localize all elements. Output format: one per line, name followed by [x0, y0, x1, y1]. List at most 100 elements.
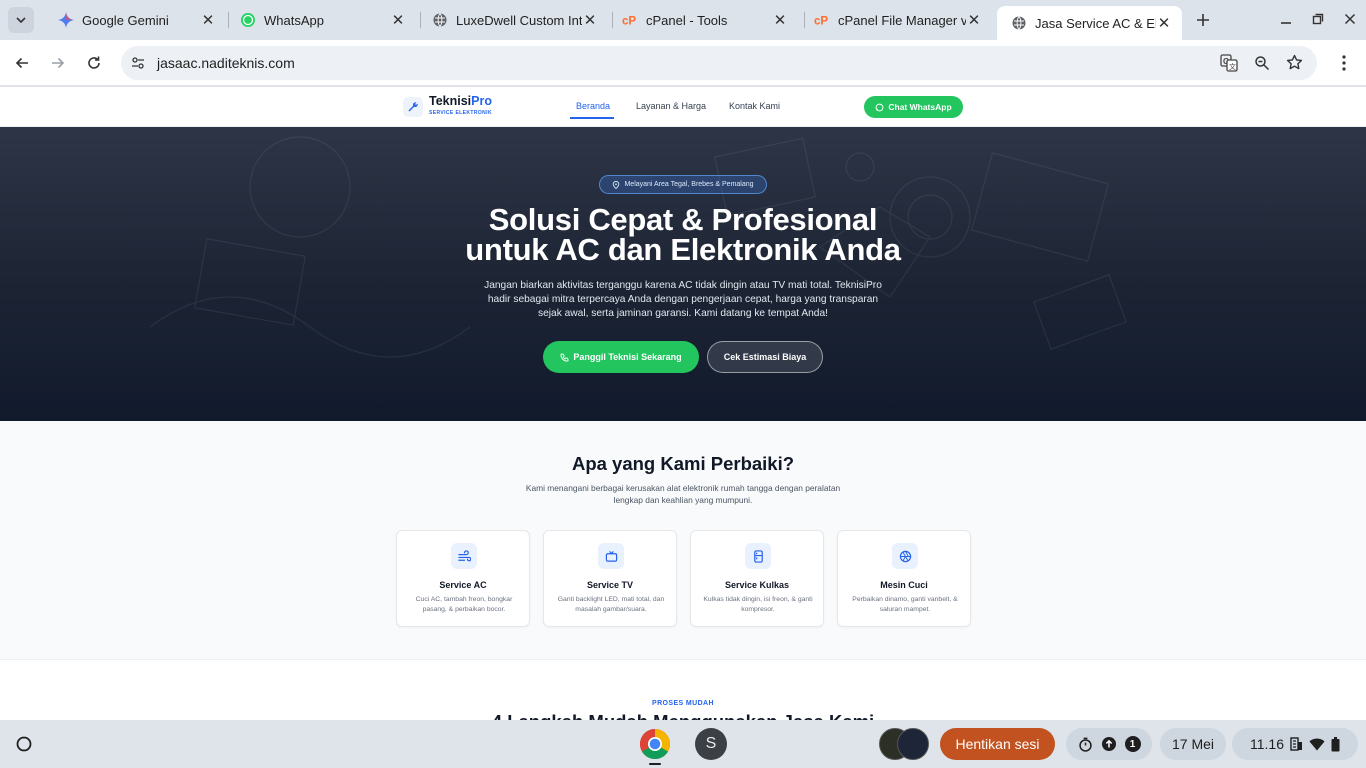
tab-title: cPanel - Tools	[646, 12, 728, 28]
stop-session-button[interactable]: Hentikan sesi	[940, 728, 1055, 760]
logo-subtitle: SERVICE ELEKTRONIK	[429, 110, 492, 116]
chrome-app-icon[interactable]	[639, 728, 671, 760]
nav-kontak-kami[interactable]: Kontak Kami	[729, 101, 780, 111]
tab-search-dropdown-button[interactable]	[8, 7, 34, 33]
tab-title: LuxeDwell Custom Inte	[456, 12, 582, 28]
browser-menu-button[interactable]	[1330, 49, 1358, 77]
service-card-mesin-cuci[interactable]: Mesin Cuci Perbaikan dinamo, ganti vanbe…	[837, 530, 971, 627]
svg-text:文: 文	[1229, 62, 1236, 71]
tab-title: cPanel File Manager v	[838, 12, 966, 28]
services-title: Apa yang Kami Perbaiki?	[571, 453, 795, 474]
s-app-icon[interactable]: S	[695, 728, 727, 760]
site-navbar: TeknisiPro SERVICE ELEKTRONIK Beranda La…	[0, 87, 1366, 127]
minimize-icon	[1281, 22, 1291, 24]
tab-title: Google Gemini	[82, 12, 169, 28]
logo-accent-text: Pro	[471, 94, 492, 108]
chat-whatsapp-button[interactable]: Chat WhatsApp	[864, 96, 963, 118]
close-icon[interactable]: ✕	[200, 12, 216, 29]
service-area-text: Melayani Area Tegal, Brebes & Pemalang	[624, 181, 754, 188]
wind-icon	[451, 543, 477, 569]
call-technician-button[interactable]: Panggil Teknisi Sekarang	[543, 341, 699, 373]
new-tab-button[interactable]	[1191, 8, 1215, 32]
timer-icon	[1078, 737, 1092, 752]
steps-title: 4 Langkah Mudah Menggunakan Jasa Kami	[433, 711, 933, 720]
tab-strip: Google Gemini ✕ WhatsApp ✕ LuxeDwell Cus…	[0, 0, 1366, 40]
service-area-badge: Melayani Area Tegal, Brebes & Pemalang	[599, 175, 767, 194]
maximize-button[interactable]	[1304, 6, 1332, 32]
cpanel-icon: cP	[814, 12, 830, 28]
cost-estimate-button[interactable]: Cek Estimasi Biaya	[707, 341, 823, 373]
close-icon[interactable]: ✕	[772, 12, 788, 29]
close-icon[interactable]: ✕	[1156, 15, 1172, 32]
close-window-button[interactable]	[1336, 6, 1364, 32]
tab-luxedwell[interactable]: LuxeDwell Custom Inte ✕	[418, 4, 608, 36]
service-card-ac[interactable]: Service AC Cuci AC, tambah freon, bongka…	[396, 530, 530, 627]
tab-cpanel-tools[interactable]: cP cPanel - Tools ✕	[608, 4, 798, 36]
tab-jasa-service-active[interactable]: Jasa Service AC & Elek ✕	[997, 6, 1182, 40]
reload-icon	[88, 56, 100, 69]
status-pill-notifications[interactable]: 1	[1066, 728, 1152, 760]
address-bar[interactable]: jasaac.naditeknis.com G文	[121, 46, 1317, 80]
restore-icon	[1312, 13, 1324, 25]
service-card-kulkas[interactable]: Service Kulkas Kulkas tidak dingin, isi …	[690, 530, 824, 627]
aperture-icon	[892, 543, 918, 569]
close-icon[interactable]: ✕	[390, 12, 406, 29]
chat-bubble-icon	[875, 103, 884, 111]
gemini-icon	[58, 12, 74, 28]
whatsapp-icon	[240, 12, 256, 28]
more-vertical-icon	[1342, 55, 1346, 71]
nav-layanan-harga[interactable]: Layanan & Harga	[636, 101, 706, 111]
bookmark-star-icon[interactable]	[1286, 54, 1303, 76]
close-icon[interactable]: ✕	[582, 12, 598, 29]
tab-title: WhatsApp	[264, 12, 324, 28]
tab-whatsapp[interactable]: WhatsApp ✕	[226, 4, 416, 36]
hero-description: Jangan biarkan aktivitas terganggu karen…	[484, 280, 882, 319]
wrench-icon	[403, 97, 423, 117]
service-name: Service Kulkas	[724, 580, 790, 590]
url-text[interactable]: jasaac.naditeknis.com	[157, 55, 295, 71]
plus-icon	[1197, 14, 1209, 26]
fridge-icon	[745, 543, 771, 569]
close-icon[interactable]: ✕	[966, 12, 982, 29]
site-settings-icon[interactable]	[131, 56, 145, 75]
chrome-running-indicator	[649, 763, 661, 765]
service-text: Perbaikan dinamo, ganti vanbelt, & salur…	[852, 596, 958, 613]
steps-label: PROSES MUDAH	[652, 700, 714, 707]
svg-text:cP: cP	[622, 15, 636, 27]
hero-title: Solusi Cepat & Profesional untuk AC dan …	[383, 202, 983, 265]
phone-icon	[560, 352, 569, 362]
translate-icon[interactable]: G文	[1220, 54, 1238, 77]
reload-button[interactable]	[80, 49, 108, 77]
forward-button[interactable]	[44, 49, 72, 77]
tab-google-gemini[interactable]: Google Gemini ✕	[44, 4, 226, 36]
hero-title-line1: Solusi Cepat & Profesional	[488, 202, 878, 237]
nav-beranda[interactable]: Beranda	[576, 101, 610, 111]
notification-count-badge: 1	[1124, 736, 1141, 752]
wifi-icon	[1309, 738, 1325, 750]
service-card-tv[interactable]: Service TV Ganti backlight LED, mati tot…	[543, 530, 677, 627]
globe-icon	[1011, 15, 1027, 31]
service-name: Service AC	[439, 580, 487, 590]
close-icon	[1344, 13, 1356, 25]
tab-cpanel-file-manager[interactable]: cP cPanel File Manager v ✕	[800, 4, 992, 36]
services-description: Kami menangani berbagai kerusakan alat e…	[525, 483, 841, 505]
date-tray[interactable]: 17 Mei	[1160, 728, 1226, 760]
browser-toolbar: jasaac.naditeknis.com G文	[0, 40, 1366, 86]
back-button[interactable]	[8, 49, 36, 77]
os-shelf: S Hentikan sesi 1 17 Mei 11.16	[0, 720, 1366, 768]
site-logo[interactable]: TeknisiPro	[429, 94, 492, 108]
service-text: Kulkas tidak dingin, isi freon, & ganti …	[703, 596, 813, 613]
chat-whatsapp-label: Chat WhatsApp	[888, 102, 952, 112]
system-tray[interactable]: 11.16	[1232, 728, 1358, 760]
battery-icon	[1331, 736, 1340, 751]
hero-background-image	[149, 136, 1127, 358]
holding-space-thumbnails[interactable]	[879, 728, 929, 760]
chevron-down-icon	[16, 17, 26, 24]
zoom-icon[interactable]	[1254, 55, 1270, 76]
tab-title: Jasa Service AC & Elek	[1035, 15, 1156, 31]
service-text: Ganti backlight LED, mati total, dan mas…	[557, 596, 665, 613]
launcher-button[interactable]	[12, 732, 36, 756]
logo-main-text: Teknisi	[429, 94, 472, 108]
minimize-button[interactable]	[1272, 6, 1300, 32]
managed-building-icon	[1290, 737, 1302, 751]
